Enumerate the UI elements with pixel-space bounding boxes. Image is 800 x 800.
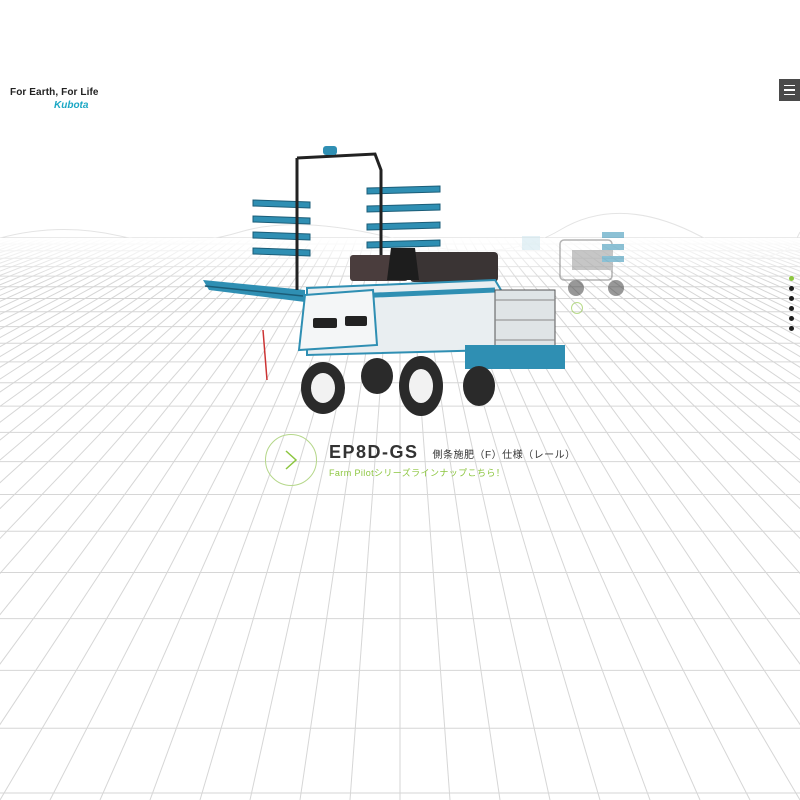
menu-button[interactable] (779, 79, 800, 101)
chevron-right-icon (285, 450, 298, 470)
ghost-label-text: ····· (589, 305, 596, 311)
kubota-logo: Kubota (54, 100, 89, 111)
pager-dot-3[interactable] (789, 296, 794, 301)
pager-dot-4[interactable] (789, 306, 794, 311)
pager-dot-5[interactable] (789, 316, 794, 321)
product-link[interactable]: EP8D-GS 側条施肥（F）仕様（レール） Farm Pilotシリーズライン… (265, 434, 576, 486)
product-model: EP8D-GS (329, 441, 419, 462)
rice-transplanter-image (203, 146, 565, 416)
slide-pager (789, 276, 794, 331)
brand-block[interactable]: For Earth, For Life Kubota (10, 88, 99, 111)
pager-dot-1[interactable] (789, 276, 794, 281)
hamburger-icon (784, 84, 795, 87)
pager-dot-2[interactable] (789, 286, 794, 291)
brand-tagline: For Earth, For Life (10, 87, 99, 98)
lineup-link[interactable]: Farm Pilotシリーズラインナップこちら！ (329, 466, 576, 479)
product-text: EP8D-GS 側条施肥（F）仕様（レール） Farm Pilotシリーズライン… (329, 442, 576, 479)
product-link-ring (265, 434, 317, 486)
product-spec: 側条施肥（F）仕様（レール） (432, 449, 576, 461)
pager-dot-6[interactable] (789, 326, 794, 331)
